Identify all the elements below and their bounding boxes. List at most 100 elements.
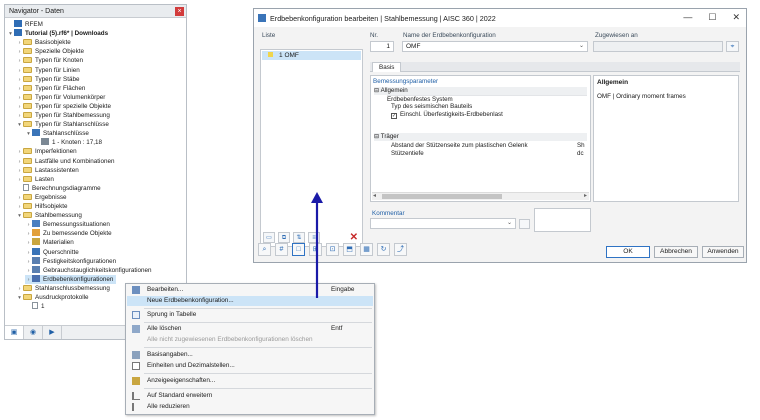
menu-item-units[interactable]: Einheiten und Dezimalstellen... [127,361,373,371]
view-icon[interactable]: □ [292,243,305,256]
tab-views[interactable]: ▶ [43,326,62,339]
tab-display[interactable]: ◉ [24,326,43,339]
comment-field[interactable]: ⌄ [370,218,516,229]
model-icon[interactable]: ⬒ [343,243,356,256]
comment-edit-icon[interactable] [519,219,530,229]
tree-node[interactable]: › Bemessungssituationen [25,220,110,229]
scroll-right-icon[interactable]: ▸ [584,192,587,199]
overstrength-checkbox[interactable]: ✓ [391,113,397,119]
name-field[interactable]: OMF ⌄ [402,41,588,52]
copy-item-icon[interactable]: ⧉ [278,232,290,243]
tree-node[interactable]: › Spezielle Objekte [16,47,84,56]
row-hinge-distance[interactable]: Abstand der Stützenseite zum plastischen… [391,142,528,150]
tree-node[interactable]: › Typen für spezielle Objekte [16,102,111,111]
tab-basis[interactable]: Basis [372,62,402,72]
tree-node[interactable]: › Gebrauchstauglichkeitskonfigurationen [25,265,152,275]
chevron-down-icon[interactable]: ⌄ [507,219,512,228]
hinge-distance-label: Abstand der Stützenseite zum plastischen… [391,142,528,149]
search-icon[interactable]: ⌕ [258,243,271,256]
tree-node[interactable]: › Festigkeitskonfigurationen [25,256,116,266]
tree-node[interactable]: › Hilfsobjekte [16,202,68,211]
tree-node[interactable]: › Typen für Stäbe [16,75,79,84]
tree-node[interactable]: 1 - Knoten : 17,18 [34,138,102,147]
tree-node[interactable]: ▾ Tutorial (5).rf6* | Downloads [7,29,108,38]
tree-node[interactable]: › Imperfektionen [16,147,77,156]
menu-item-jump-table[interactable]: Sprung in Tabelle [127,310,373,320]
select-icon[interactable]: ⊞ [309,243,322,256]
refresh-icon[interactable]: ↻ [377,243,390,256]
menu-item-delete-unassigned[interactable]: Alle nicht zugewiesenen Erdbebenkonfigur… [127,335,373,345]
tree-node[interactable]: ▾ Stahlbemessung [16,211,82,220]
list-item[interactable]: 1 OMF [262,51,361,60]
delete-icon[interactable]: ✕ [350,232,358,243]
menu-item-display-props[interactable]: Anzeigeeigenschaften... [127,376,373,386]
menu-item-new-config[interactable]: Neue Erdbebenkonfiguration... [127,296,373,306]
new-item-icon[interactable]: ▭ [263,232,275,243]
link-icon[interactable]: ⤴ [394,243,407,256]
menu-item-expand[interactable]: Auf Standard erweitern [127,391,373,401]
display-icon [132,377,140,385]
cancel-button[interactable]: Abbrechen [654,246,698,258]
menu-item-edit[interactable]: Bearbeiten... Eingabe [127,285,373,295]
row-column-depth[interactable]: Stützentiefe [391,150,424,158]
row-member-type[interactable]: Typ des seismischen Bauteils [391,103,472,111]
expanded-arrow-icon[interactable]: ▾ [16,212,23,221]
chevron-down-icon[interactable]: ⌄ [579,42,584,51]
expanded-arrow-icon[interactable]: ▾ [25,130,32,139]
renumber-icon[interactable]: ⇅ [293,232,305,243]
scroll-left-icon[interactable]: ◂ [373,192,376,199]
tree-node[interactable]: ▾ Ausdruckprotokolle [16,293,89,302]
row-overstrength[interactable]: ✓ Einschl. Überfestigkeits-Erdbebenlast [391,111,503,119]
tree-node[interactable]: › Erdbebenkonfigurationen [25,274,117,284]
design-icon [32,220,40,228]
tree-node[interactable]: › Lasten [16,175,54,184]
minimize-button[interactable]: — [683,12,692,23]
tab-data[interactable]: ▣ [5,326,24,339]
select-objects-icon[interactable]: ⌖ [726,41,739,52]
section-traeger[interactable]: ⊟ Träger [374,133,587,141]
menu-item-delete-all[interactable]: Alle löschen Entf [127,324,373,334]
expanded-arrow-icon[interactable]: ▾ [16,294,23,303]
apply-button[interactable]: Anwenden [702,246,744,258]
close-button[interactable]: ✕ [732,12,740,23]
tree-node[interactable]: › Typen für Stahlbemessung [16,111,110,120]
menu-item-basic-data[interactable]: Basisangaben... [127,350,373,360]
table-icon[interactable]: ▦ [360,243,373,256]
tree-node-label: Stahlbemessung [35,212,82,220]
tree-node[interactable]: › Typen für Knoten [16,56,83,65]
menu-item-collapse[interactable]: Alle reduzieren [127,402,373,412]
tree-node[interactable]: › Querschnitte [25,247,79,257]
tree-node[interactable]: 1 [25,302,45,311]
ok-button[interactable]: OK [606,246,650,258]
tree-node[interactable]: › Lastfälle und Kombinationen [16,157,114,166]
tree-node[interactable]: › Ergebnisse [16,193,67,202]
tree-node[interactable]: › Typen für Volumenkörper [16,93,105,102]
tree-node[interactable]: ▾ Stahlanschlüsse [25,129,89,138]
item-icon [41,138,49,146]
tree-node[interactable]: Berechnungsdiagramme [16,183,101,193]
navigator-close-button[interactable]: × [175,7,184,16]
tree-node[interactable]: › Basisobjekte [16,38,71,47]
assigned-field[interactable] [593,41,723,52]
scrollbar-thumb[interactable] [382,194,502,199]
expanded-arrow-icon[interactable]: ▾ [16,121,23,130]
tree-node[interactable]: › Materialien [25,238,74,247]
row-seismic-system[interactable]: Erdbebenfestes System [387,95,587,103]
tree-node[interactable]: › Stahlanschlussbemessung [16,284,110,293]
number-icon[interactable]: # [275,243,288,256]
tree-node[interactable]: › Zu bemessende Objekte [25,229,112,238]
tree-node[interactable]: RFEM [7,20,43,29]
tree-node[interactable]: › Typen für Linien [16,66,80,75]
folder-icon [23,48,32,55]
expanded-arrow-icon[interactable]: ▾ [7,30,14,39]
tree-node[interactable]: › Lastassistenten [16,166,79,175]
section-allgemein[interactable]: ⊟ Allgemein [374,87,587,95]
nr-field[interactable]: 1 [370,41,394,52]
tree-node[interactable]: ▾ Typen für Stahlanschlüsse [16,120,109,129]
folder-icon [23,203,32,209]
horizontal-scrollbar[interactable]: ◂ ▸ [372,192,589,200]
filter-icon[interactable]: ⊡ [326,243,339,256]
tree-node[interactable]: › Typen für Flächen [16,84,85,93]
sort-icon[interactable]: ≡ [308,232,320,243]
maximize-button[interactable]: ☐ [708,12,716,23]
